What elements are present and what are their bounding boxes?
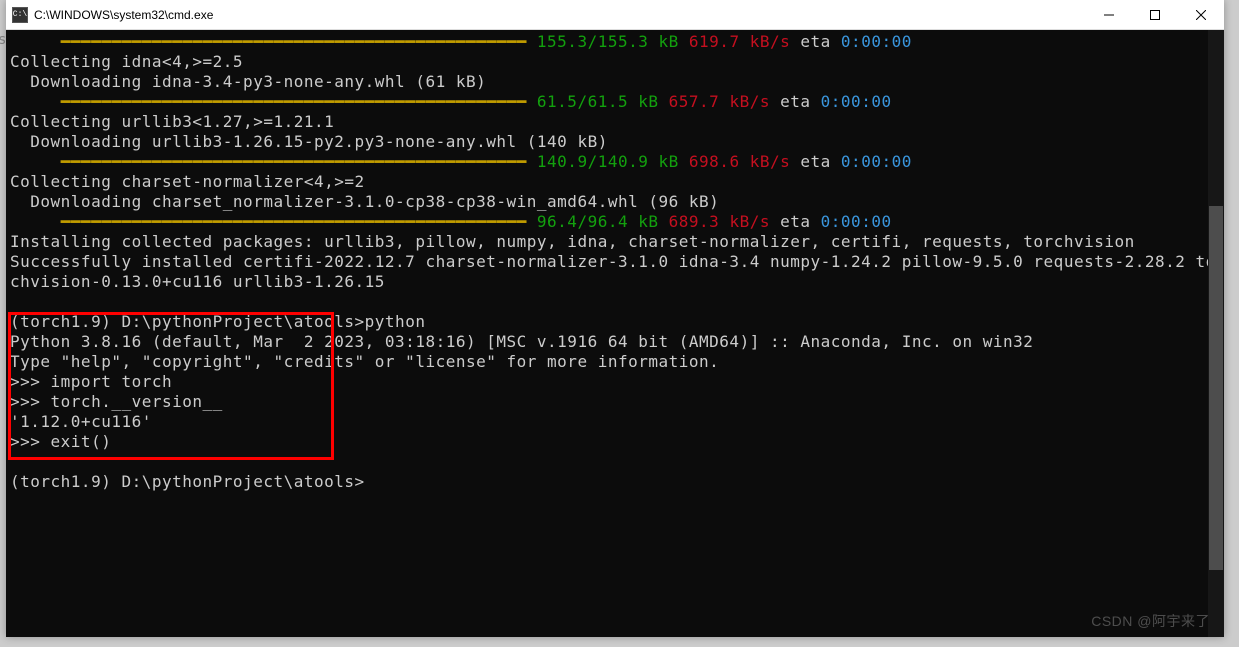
progress-bar: ━━━━━━━━━━━━━━━━━━━━━━━━━━━━━━━━━━━━━━━━…: [10, 152, 537, 171]
progress-eta: 0:00:00: [821, 92, 892, 111]
repl-input: import torch: [51, 372, 173, 391]
prompt-env: (torch1.9): [10, 472, 121, 491]
output-line: Installing collected packages: urllib3, …: [10, 232, 1135, 251]
repl-prompt: >>>: [10, 392, 51, 411]
progress-eta: 0:00:00: [841, 32, 912, 51]
repl-input: torch.__version__: [51, 392, 223, 411]
output-line: Downloading urllib3-1.26.15-py2.py3-none…: [10, 132, 608, 151]
python-banner: Python 3.8.16 (default, Mar 2 2023, 03:1…: [10, 332, 1033, 351]
progress-speed: 698.6 kB/s: [689, 152, 790, 171]
window-title: C:\WINDOWS\system32\cmd.exe: [34, 8, 1086, 22]
eta-label: eta: [780, 212, 810, 231]
progress-bar: ━━━━━━━━━━━━━━━━━━━━━━━━━━━━━━━━━━━━━━━━…: [10, 32, 537, 51]
output-line: Downloading charset_normalizer-3.1.0-cp3…: [10, 192, 719, 211]
close-button[interactable]: [1178, 0, 1224, 30]
output-line: Collecting urllib3<1.27,>=1.21.1: [10, 112, 334, 131]
output-line: chvision-0.13.0+cu116 urllib3-1.26.15: [10, 272, 385, 291]
repl-input: exit(): [51, 432, 112, 451]
cmd-window: C:\ C:\WINDOWS\system32\cmd.exe ━━━━━━━━…: [6, 0, 1224, 637]
terminal-body[interactable]: ━━━━━━━━━━━━━━━━━━━━━━━━━━━━━━━━━━━━━━━━…: [6, 30, 1224, 637]
scrollbar[interactable]: [1208, 30, 1224, 637]
window-controls: [1086, 0, 1224, 30]
prompt-command: python: [365, 312, 426, 331]
minimize-button[interactable]: [1086, 0, 1132, 30]
progress-size: 61.5/61.5 kB: [537, 92, 659, 111]
output-line: Downloading idna-3.4-py3-none-any.whl (6…: [10, 72, 486, 91]
progress-speed: 619.7 kB/s: [689, 32, 790, 51]
repl-prompt: >>>: [10, 372, 51, 391]
progress-eta: 0:00:00: [821, 212, 892, 231]
scrollbar-thumb[interactable]: [1209, 206, 1223, 570]
eta-label: eta: [800, 152, 830, 171]
output-line: Collecting charset-normalizer<4,>=2: [10, 172, 365, 191]
eta-label: eta: [780, 92, 810, 111]
prompt-path: D:\pythonProject\atools>: [121, 312, 364, 331]
python-help: Type "help", "copyright", "credits" or "…: [10, 352, 719, 371]
prompt-path: D:\pythonProject\atools>: [121, 472, 364, 491]
repl-prompt: >>>: [10, 432, 51, 451]
progress-bar: ━━━━━━━━━━━━━━━━━━━━━━━━━━━━━━━━━━━━━━━━…: [10, 92, 537, 111]
progress-size: 155.3/155.3 kB: [537, 32, 679, 51]
output-line: Collecting idna<4,>=2.5: [10, 52, 243, 71]
titlebar[interactable]: C:\ C:\WINDOWS\system32\cmd.exe: [6, 0, 1224, 30]
progress-eta: 0:00:00: [841, 152, 912, 171]
progress-speed: 657.7 kB/s: [669, 92, 770, 111]
progress-size: 96.4/96.4 kB: [537, 212, 659, 231]
watermark: CSDN @阿宇来了: [1091, 611, 1210, 631]
eta-label: eta: [800, 32, 830, 51]
progress-bar: ━━━━━━━━━━━━━━━━━━━━━━━━━━━━━━━━━━━━━━━━…: [10, 212, 537, 231]
progress-speed: 689.3 kB/s: [669, 212, 770, 231]
output-line: Successfully installed certifi-2022.12.7…: [10, 252, 1224, 271]
progress-size: 140.9/140.9 kB: [537, 152, 679, 171]
cmd-icon: C:\: [12, 7, 28, 23]
repl-output: '1.12.0+cu116': [10, 412, 152, 431]
maximize-button[interactable]: [1132, 0, 1178, 30]
prompt-env: (torch1.9): [10, 312, 121, 331]
